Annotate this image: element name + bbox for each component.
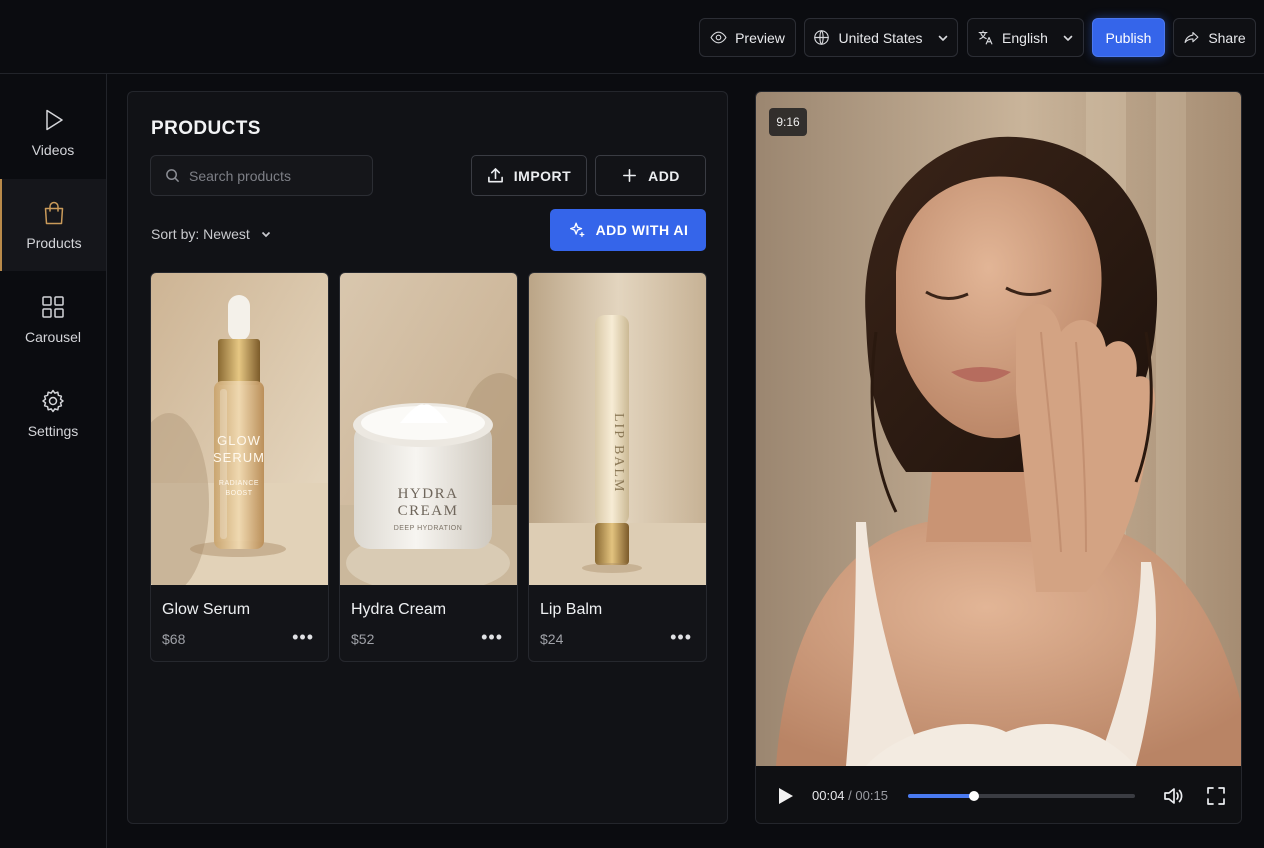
volume-icon (1164, 788, 1183, 804)
progress-fill (908, 794, 974, 798)
share-label: Share (1208, 29, 1246, 46)
product-image: GLOW SERUM RADIANCE BOOST (151, 273, 328, 585)
video-player[interactable]: 9:16 00:04 / 00:15 (755, 91, 1242, 824)
eye-icon (710, 31, 727, 44)
page-title: PRODUCTS (151, 118, 261, 139)
grid-icon (42, 295, 64, 318)
add-button[interactable]: ADD (595, 155, 706, 196)
search-icon (166, 169, 180, 183)
sidebar-item-label: Products (26, 234, 82, 251)
pack-text: GLOW (217, 433, 261, 448)
aspect-ratio-badge: 9:16 (769, 108, 807, 136)
video-frame (756, 92, 1241, 766)
sort-dropdown[interactable]: Sort by: Newest (151, 226, 272, 242)
more-options-icon[interactable]: ••• (292, 628, 314, 646)
product-image: HYDRA CREAM DEEP HYDRATION (340, 273, 517, 585)
play-icon (779, 788, 793, 804)
add-with-ai-button[interactable]: ADD WITH AI (550, 209, 706, 251)
pack-text: HYDRA (398, 486, 459, 502)
import-button[interactable]: IMPORT (471, 155, 587, 196)
product-image: LIP BALM (529, 273, 706, 585)
preview-button[interactable]: Preview (699, 18, 796, 57)
plus-icon (623, 169, 637, 182)
pack-text: RADIANCE (219, 480, 259, 487)
progress-bar[interactable] (908, 791, 1135, 801)
product-price: $52 (351, 631, 375, 647)
pack-text: DEEP HYDRATION (394, 525, 463, 532)
sidebar-item-label: Settings (27, 422, 79, 439)
import-label: IMPORT (513, 167, 572, 184)
product-name: Hydra Cream (351, 601, 447, 618)
pack-text: CREAM (398, 503, 459, 519)
pack-text: LIP BALM (611, 413, 626, 493)
product-card-glow-serum[interactable]: GLOW SERUM RADIANCE BOOST Glow Serum $68… (150, 272, 329, 662)
gear-icon (42, 389, 64, 412)
fullscreen-button[interactable] (1206, 786, 1226, 806)
search-input[interactable] (189, 167, 369, 184)
play-icon (46, 109, 63, 130)
share-arrow-icon (1184, 31, 1199, 44)
chevron-down-icon (938, 35, 947, 41)
current-time: 00:04 (812, 788, 845, 803)
pack-text: SERUM (213, 450, 265, 465)
product-name: Glow Serum (162, 601, 251, 618)
search-box[interactable] (150, 155, 373, 196)
chevron-down-icon (1063, 35, 1073, 41)
video-controls: 00:04 / 00:15 (756, 766, 1241, 823)
progress-handle[interactable] (968, 791, 979, 801)
sidebar-item-videos[interactable]: Videos (0, 86, 106, 178)
more-options-icon[interactable]: ••• (481, 628, 503, 646)
country-select[interactable]: United States (804, 18, 958, 57)
translate-icon (978, 30, 993, 45)
time-display: 00:04 / 00:15 (812, 788, 888, 803)
share-button[interactable]: Share (1173, 18, 1256, 57)
language-label: English (1002, 29, 1048, 46)
product-price: $68 (162, 631, 186, 647)
more-options-icon[interactable]: ••• (670, 628, 692, 646)
publish-button[interactable]: Publish (1092, 18, 1165, 57)
publish-label: Publish (1105, 29, 1152, 46)
upload-icon (487, 168, 503, 183)
pack-text: BOOST (225, 490, 252, 497)
sparkle-icon (569, 222, 584, 237)
fullscreen-icon (1207, 787, 1225, 805)
sort-label: Sort by: Newest (151, 226, 250, 242)
country-label: United States (838, 29, 923, 46)
product-card-lip-balm[interactable]: LIP BALM Lip Balm $24 ••• (528, 272, 707, 662)
sidebar: Videos Products Carousel Settings (0, 74, 107, 848)
sidebar-item-settings[interactable]: Settings (0, 367, 106, 459)
time-separator: / (848, 788, 852, 803)
add-with-ai-label: ADD WITH AI (595, 222, 689, 238)
product-name: Lip Balm (540, 601, 603, 618)
preview-label: Preview (735, 29, 785, 46)
globe-icon (814, 30, 830, 45)
product-card-hydra-cream[interactable]: HYDRA CREAM DEEP HYDRATION Hydra Cream $… (339, 272, 518, 662)
top-bar: Preview United States English Publish Sh… (0, 0, 1264, 74)
play-button[interactable] (778, 787, 794, 805)
products-panel: PRODUCTS IMPORT ADD Sort by: Newest ADD … (127, 91, 728, 824)
sidebar-item-products[interactable]: Products (0, 179, 106, 271)
shopping-bag-icon (44, 201, 64, 224)
duration: 00:15 (855, 788, 888, 803)
sidebar-item-label: Videos (31, 141, 75, 158)
sidebar-item-label: Carousel (24, 328, 82, 345)
chevron-down-icon (261, 231, 270, 238)
product-price: $24 (540, 631, 564, 647)
sidebar-item-carousel[interactable]: Carousel (0, 273, 106, 365)
add-label: ADD (648, 167, 680, 184)
volume-button[interactable] (1162, 785, 1184, 807)
language-select[interactable]: English (967, 18, 1084, 57)
